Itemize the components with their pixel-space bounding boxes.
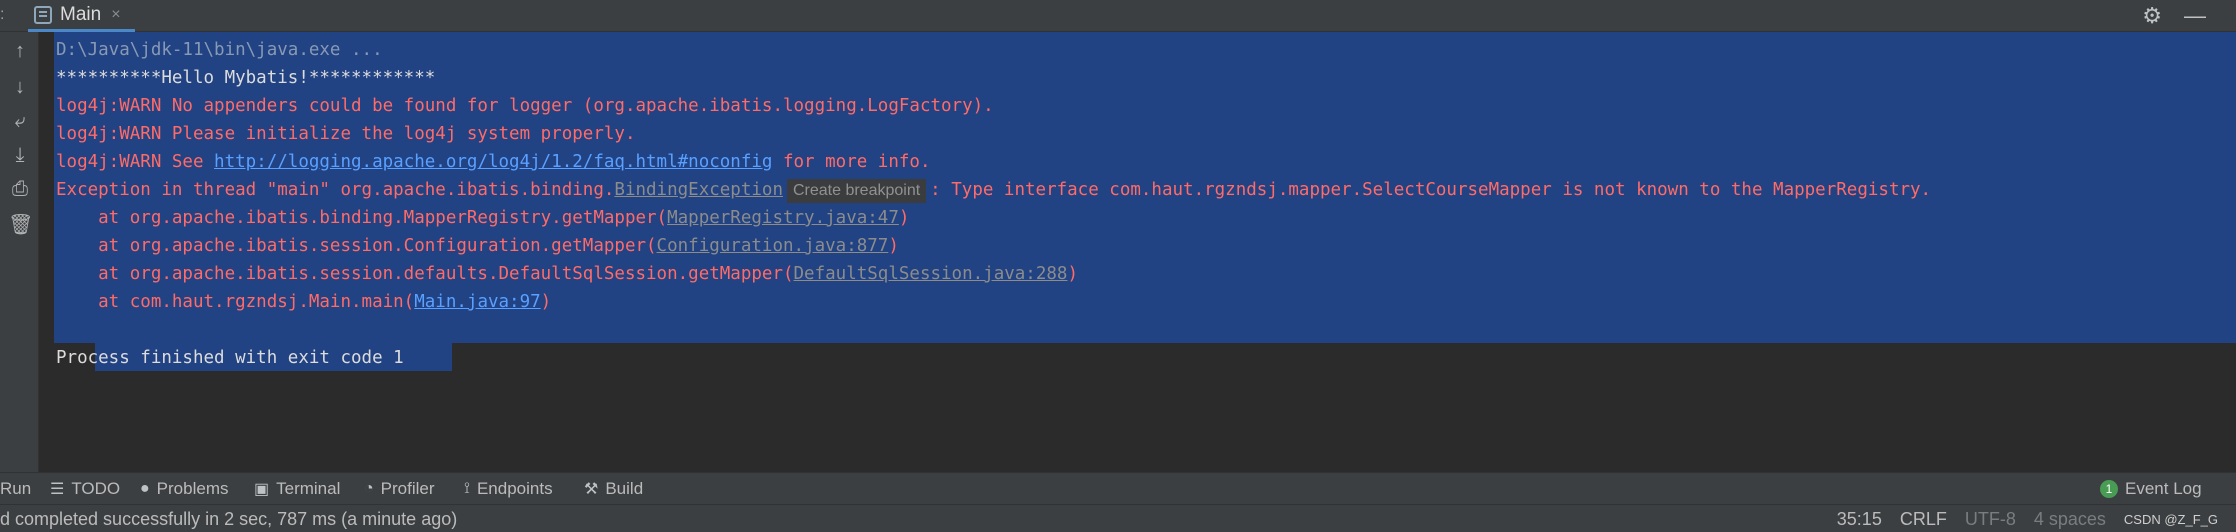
status-message[interactable]: d completed successfully in 2 sec, 787 m… (0, 505, 457, 532)
scroll-down-arrow-icon[interactable]: ↓ (8, 74, 32, 100)
event-count-badge: 1 (2100, 480, 2118, 498)
warn-see-suffix: for more info. (772, 152, 931, 172)
tool-tab-run[interactable]: Run (0, 473, 31, 505)
exception-prefix: Exception in thread "main" org.apache.ib… (56, 180, 615, 200)
run-config-icon (34, 5, 52, 24)
tool-tab-endpoints[interactable]: ⟟ Endpoints (464, 473, 553, 505)
exception-message: : Type interface com.haut.rgzndsj.mapper… (930, 180, 1932, 200)
stack-frame-3-close: ) (1067, 264, 1078, 284)
indent-setting[interactable]: 4 spaces (2034, 509, 2106, 530)
tool-tab-event-log[interactable]: 1 Event Log (2100, 473, 2202, 505)
console-line-hello: **********Hello Mybatis!************ (56, 68, 436, 88)
stack-frame-3: at org.apache.ibatis.session.defaults.De… (56, 260, 1078, 288)
line-separator[interactable]: CRLF (1900, 509, 1947, 530)
print-icon[interactable]: ⎙ (8, 176, 32, 202)
default-sql-session-source-link[interactable]: DefaultSqlSession.java:288 (794, 264, 1068, 284)
close-tab-icon[interactable]: × (111, 6, 120, 24)
console-line-warn-init: log4j:WARN Please initialize the log4j s… (56, 124, 636, 144)
stack-frame-2: at org.apache.ibatis.session.Configurati… (56, 232, 899, 260)
tool-tab-build[interactable]: ⚒ Build (584, 473, 643, 505)
soft-wrap-icon[interactable]: ⤶ (8, 108, 32, 134)
create-breakpoint-button[interactable]: Create breakpoint (786, 179, 927, 203)
main-source-link[interactable]: Main.java:97 (414, 292, 540, 312)
tool-tab-terminal[interactable]: ▣ Terminal (254, 473, 340, 505)
terminal-icon: ▣ (254, 481, 270, 498)
tool-tab-todo[interactable]: ☰ TODO (50, 473, 120, 505)
tool-tab-run-label: Run (0, 479, 32, 498)
scroll-to-end-icon[interactable]: ⤓ (8, 142, 32, 168)
header-edge-glyph: : (0, 6, 5, 23)
stack-frame-2-close: ) (888, 236, 899, 256)
tool-window-bar: Run ☰ TODO ● Problems ▣ Terminal ◔ Profiler … (0, 472, 2236, 504)
console-toolstrip: ↑ ↓ ⤶ ⤓ ⎙ 🗑 (0, 32, 39, 472)
log4j-faq-link[interactable]: http://logging.apache.org/log4j/1.2/faq.… (214, 152, 772, 172)
stack-frame-1: at org.apache.ibatis.binding.MapperRegis… (56, 204, 909, 232)
settings-gear-icon[interactable]: ⚙ (2142, 5, 2162, 27)
run-tool-header: : Main × ⚙ — (0, 0, 2236, 32)
console-output[interactable]: D:\Java\jdk-11\bin\java.exe ... ********… (39, 32, 2236, 472)
endpoints-icon: ⟟ (464, 480, 470, 497)
console-line-warn-see: log4j:WARN See http://logging.apache.org… (56, 148, 931, 176)
tool-tab-todo-label: TODO (71, 479, 121, 498)
tab-main[interactable]: Main × (28, 0, 135, 32)
status-bar: d completed successfully in 2 sec, 787 m… (0, 504, 2236, 532)
scroll-up-arrow-icon[interactable]: ↑ (8, 38, 32, 64)
caret-position[interactable]: 35:15 (1837, 509, 1882, 530)
console-line-exception: Exception in thread "main" org.apache.ib… (56, 176, 1931, 204)
watermark: CSDN @Z_F_G (2123, 511, 2218, 527)
tab-main-label: Main (60, 3, 102, 25)
stack-frame-1-text: at org.apache.ibatis.binding.MapperRegis… (56, 208, 668, 228)
warn-see-prefix: log4j:WARN See (56, 152, 215, 172)
list-icon: ☰ (50, 481, 65, 498)
stack-frame-3-text: at org.apache.ibatis.session.defaults.De… (56, 264, 794, 284)
console-line-command: D:\Java\jdk-11\bin\java.exe ... (56, 40, 383, 60)
tool-tab-problems[interactable]: ● Problems (140, 473, 228, 505)
stack-frame-4-text: at com.haut.rgzndsj.Main.main( (56, 292, 415, 312)
console-line-warn-appenders: log4j:WARN No appenders could be found f… (56, 96, 994, 116)
profiler-icon: ◔ (364, 480, 374, 497)
tool-tab-build-label: Build (605, 479, 644, 498)
tool-tab-terminal-label: Terminal (276, 479, 341, 498)
minimize-icon[interactable]: — (2184, 5, 2206, 27)
tool-tab-profiler-label: Profiler (380, 479, 435, 498)
configuration-source-link[interactable]: Configuration.java:877 (657, 236, 889, 256)
tool-tab-problems-label: Problems (156, 479, 229, 498)
stack-frame-4-close: ) (540, 292, 552, 312)
stack-frame-1-close: ) (898, 208, 910, 228)
stack-frame-2-text: at org.apache.ibatis.session.Configurati… (56, 236, 657, 256)
stack-frame-4: at com.haut.rgzndsj.Main.main(Main.java:… (56, 288, 551, 316)
info-circle-icon: ● (140, 480, 150, 497)
binding-exception-link[interactable]: BindingException (614, 180, 783, 200)
console-line-exit: Process finished with exit code 1 (56, 348, 404, 368)
tool-tab-profiler[interactable]: ◔ Profiler (364, 473, 435, 505)
mapper-registry-source-link[interactable]: MapperRegistry.java:47 (667, 208, 899, 228)
file-encoding[interactable]: UTF-8 (1965, 509, 2016, 530)
tool-tab-endpoints-label: Endpoints (476, 479, 553, 498)
clear-all-trash-icon[interactable]: 🗑 (8, 212, 33, 238)
tool-tab-event-log-label: Event Log (2125, 479, 2202, 498)
hammer-icon: ⚒ (584, 481, 599, 498)
